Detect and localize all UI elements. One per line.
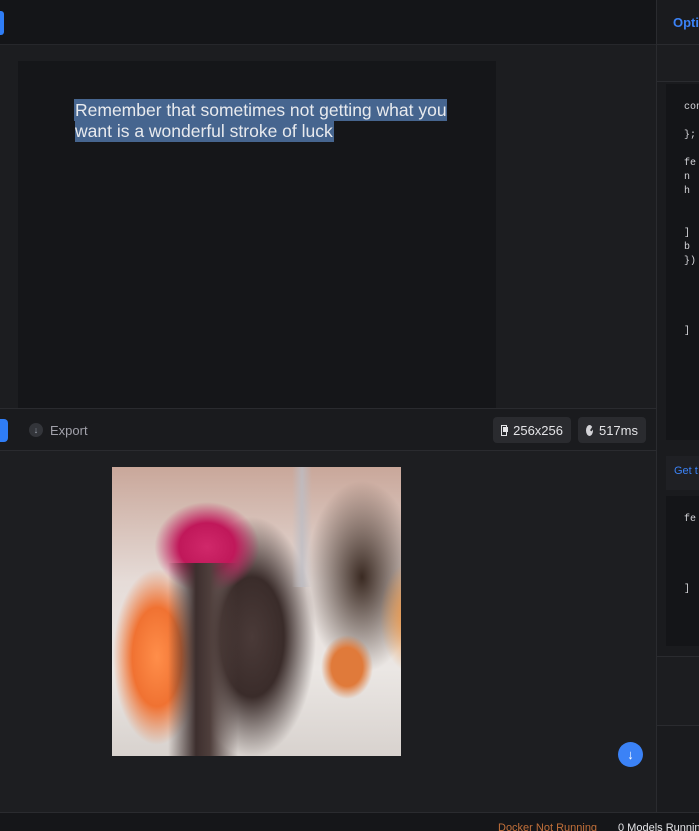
image-detail — [292, 467, 312, 587]
result-toolbar: ↓ Export 256x256 517ms — [0, 408, 657, 451]
code-block: fe ] — [666, 496, 699, 646]
code-line: ] — [684, 584, 691, 595]
clock-icon — [586, 424, 593, 436]
run-button[interactable] — [0, 419, 8, 442]
prompt-text[interactable]: Remember that sometimes not getting what… — [75, 100, 455, 142]
code-line: fe — [684, 158, 697, 169]
download-icon: ↓ — [627, 747, 634, 762]
latency-value: 517ms — [598, 422, 638, 438]
right-panel-title[interactable]: Optic — [673, 15, 699, 30]
get-api-link[interactable]: Get t — [674, 465, 698, 477]
right-panel-header — [657, 44, 699, 82]
prompt-text-selection: Remember that sometimes not getting what… — [75, 100, 447, 141]
docker-status[interactable]: Docker Not Running — [498, 822, 597, 831]
latency-badge: 517ms — [578, 417, 646, 443]
code-line: fe — [684, 514, 697, 525]
prompt-area: Remember that sometimes not getting what… — [0, 45, 657, 408]
resolution-badge: 256x256 — [493, 417, 571, 443]
export-button[interactable]: ↓ Export — [29, 421, 88, 439]
code-line: b — [684, 242, 691, 253]
image-detail — [168, 563, 238, 756]
code-line: con — [684, 102, 699, 113]
code-line: n — [684, 172, 691, 183]
right-panel: Optic con }; fe n h ] b}) ] Get t fe ] — [657, 0, 699, 812]
download-button[interactable]: ↓ — [618, 742, 643, 767]
code-block: con }; fe n h ] b}) ] — [666, 84, 699, 440]
image-size-icon — [501, 424, 509, 436]
generated-image — [112, 467, 401, 756]
download-circle-icon: ↓ — [29, 423, 43, 437]
code-line: }) — [684, 256, 697, 267]
code-line: ] — [684, 326, 691, 337]
output-area: ↓ — [0, 451, 657, 812]
models-status[interactable]: 0 Models Running — [618, 822, 699, 831]
export-label: Export — [50, 422, 88, 438]
status-bar: Docker Not Running 0 Models Running — [0, 812, 699, 831]
code-line: ] — [684, 228, 691, 239]
right-panel-footer — [657, 656, 699, 726]
prompt-panel[interactable]: Remember that sometimes not getting what… — [18, 61, 496, 408]
resolution-value: 256x256 — [513, 422, 563, 438]
code-line: h — [684, 186, 691, 197]
sidebar-toggle-button[interactable] — [0, 11, 4, 35]
top-bar — [0, 0, 657, 45]
code-line: }; — [684, 130, 697, 141]
